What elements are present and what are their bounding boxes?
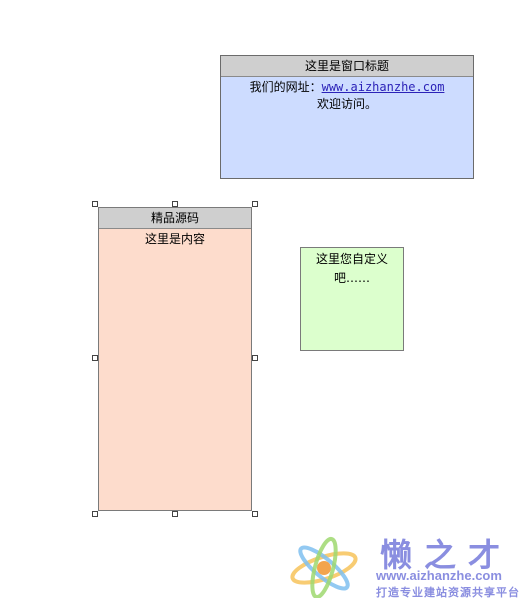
selected-window[interactable]: 精品源码 这里是内容: [98, 207, 252, 511]
selected-window-content: 这里是内容: [144, 232, 205, 246]
resize-handle-top-center[interactable]: [172, 201, 178, 207]
resize-handle-bottom-center[interactable]: [172, 511, 178, 517]
resize-handle-bottom-right[interactable]: [252, 511, 258, 517]
main-window-content: 我们的网址：www.aizhanzhe.com 欢迎访问。: [221, 77, 473, 113]
selected-window-title: 精品源码: [150, 211, 199, 225]
resize-handle-middle-right[interactable]: [252, 355, 258, 361]
site-watermark: 懒之才 www.aizhanzhe.com 打造专业建站资源共享平台: [288, 528, 524, 600]
resize-handle-top-right[interactable]: [252, 201, 258, 207]
resize-handle-bottom-left[interactable]: [92, 511, 98, 517]
watermark-slogan: 打造专业建站资源共享平台: [376, 586, 520, 599]
resize-handle-top-left[interactable]: [92, 201, 98, 207]
site-prefix: 我们的网址：: [249, 80, 322, 94]
watermark-url: www.aizhanzhe.com: [376, 568, 502, 583]
main-window-title-bar[interactable]: 这里是窗口标题: [221, 56, 473, 77]
site-line: 我们的网址：www.aizhanzhe.com: [221, 79, 473, 96]
note-window[interactable]: 这里您自定义吧……: [300, 247, 404, 351]
main-window-title: 这里是窗口标题: [304, 59, 389, 73]
main-window[interactable]: 这里是窗口标题 我们的网址：www.aizhanzhe.com 欢迎访问。: [220, 55, 474, 179]
selected-window-title-bar[interactable]: 精品源码: [99, 208, 251, 229]
site-link[interactable]: www.aizhanzhe.com: [322, 80, 445, 94]
note-window-content: 这里您自定义吧……: [315, 252, 388, 285]
watermark-logo-icon: [290, 536, 358, 598]
welcome-text: 欢迎访问。: [316, 97, 377, 111]
resize-handle-middle-left[interactable]: [92, 355, 98, 361]
